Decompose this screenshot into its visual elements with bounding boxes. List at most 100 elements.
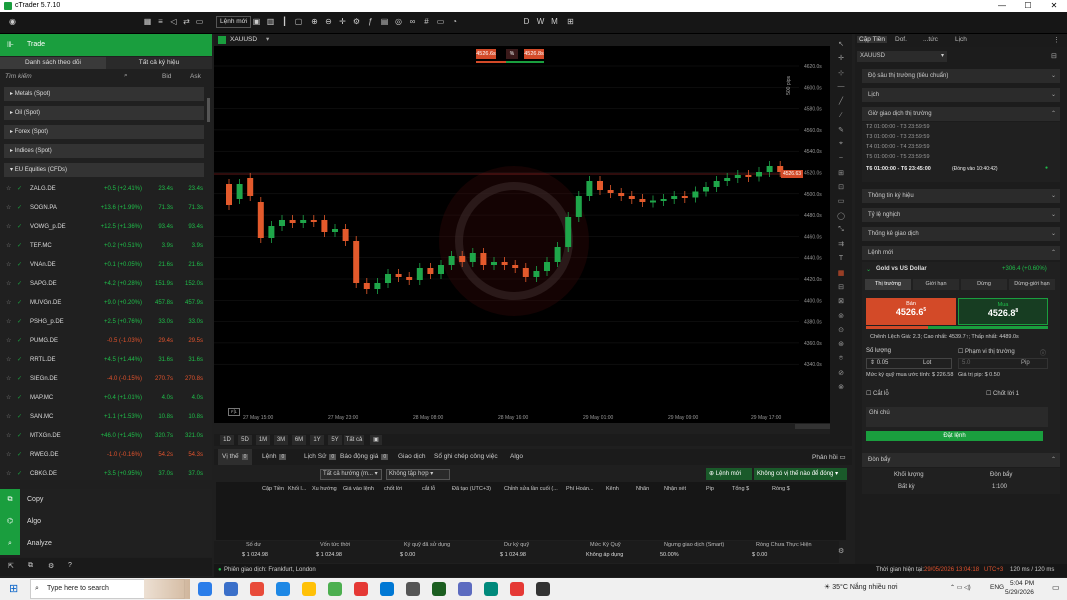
text-icon[interactable]: T — [836, 255, 846, 265]
timeframe-button[interactable]: 6M — [292, 435, 306, 445]
candle[interactable] — [427, 268, 434, 274]
close-all-button[interactable]: Không có vị thế nào để đóng ▾ — [754, 468, 847, 480]
zoom-icon[interactable] — [380, 582, 394, 596]
symbol-bid[interactable]: 3.9s — [145, 237, 173, 256]
weather[interactable]: ☀ 35°C Nắng nhiều nơi — [824, 583, 898, 591]
section-leverage[interactable]: Đòn bẩy ⌃ — [862, 453, 1060, 467]
lock-icon[interactable]: ⊛ — [836, 340, 846, 350]
market-range-field[interactable]: 5.0 Pip — [958, 358, 1048, 369]
star-icon[interactable]: ☆ — [6, 465, 11, 484]
symbol-row[interactable]: ☆ ✓ TEF.MC +0.2 (+0.51%) 3.9s 3.9s — [0, 237, 212, 256]
calendar-icon[interactable]: ▣ — [370, 435, 382, 445]
explorer-icon[interactable] — [302, 582, 316, 596]
symbol-bid[interactable]: 151.9s — [145, 275, 173, 294]
grid-icon[interactable]: # — [422, 17, 431, 26]
tab-all-symbols[interactable]: Tất cả ký hiệu — [106, 57, 212, 69]
grouping-filter[interactable]: Không tập hợp ▾ — [386, 469, 450, 480]
layout-switch-icon[interactable]: ▣ — [252, 17, 261, 26]
star-icon[interactable]: ☆ — [6, 370, 11, 389]
order-type-tab[interactable]: Dừng — [961, 279, 1007, 290]
column-header[interactable]: Giá vào lệnh — [343, 486, 374, 492]
buy-button[interactable]: Mua 4526.88 — [958, 298, 1048, 325]
star-icon[interactable]: ☆ — [6, 180, 11, 199]
crosshair-icon[interactable]: ✛ — [836, 54, 846, 64]
candle[interactable] — [406, 277, 413, 280]
symbol-row[interactable]: ☆ ✓ SOGN.PA +13.6 (+1.99%) 71.3s 71.3s — [0, 199, 212, 218]
section-trade-stats[interactable]: Thống kê giao dịch ⌄ — [862, 227, 1060, 241]
timeframe-button[interactable]: 1M — [256, 435, 270, 445]
language[interactable]: ENG — [990, 584, 1004, 591]
symbol-row[interactable]: ☆ ✓ MUVGn.DE +9.0 (+0.20%) 457.8s 457.9s — [0, 294, 212, 313]
symbol-bid[interactable]: 71.3s — [145, 199, 173, 218]
timeframe-button[interactable]: 1D — [220, 435, 234, 445]
search-icon[interactable]: ⌕ — [124, 72, 128, 80]
timeframe-button[interactable]: 3M — [274, 435, 288, 445]
nav-copy[interactable]: ⧉ Copy — [0, 489, 212, 511]
right-tab[interactable]: Dof. — [893, 36, 909, 43]
symbol-row[interactable]: ☆ ✓ ZALG.DE +0.5 (+2.41%) 23.4s 23.4s — [0, 180, 212, 199]
pointer-icon[interactable]: ↖ — [836, 40, 846, 50]
fib-icon[interactable]: ⤡ — [836, 226, 846, 236]
layout-icon[interactable]: ▦ — [143, 17, 152, 26]
symbol-ask[interactable]: 3.9s — [176, 237, 203, 256]
symbol-row[interactable]: ☆ ✓ RWEG.DE -1.0 (-0.16%) 54.2s 54.3s — [0, 446, 212, 465]
candle[interactable] — [618, 193, 625, 196]
ctrader-icon[interactable] — [432, 582, 446, 596]
symbol-ask[interactable]: 4.0s — [176, 389, 203, 408]
symbol-bid[interactable]: 320.7s — [145, 427, 173, 446]
symbol-row[interactable]: ☆ ✓ RRTL.DE +4.5 (+1.44%) 31.6s 31.6s — [0, 351, 212, 370]
windows-start-icon[interactable]: ⊞ — [9, 583, 21, 595]
column-header[interactable]: Kênh — [606, 486, 619, 492]
panel-menu-icon[interactable]: ⋮ — [1053, 36, 1060, 44]
candle[interactable] — [660, 199, 667, 201]
collapse-icon[interactable]: ▭ — [195, 17, 204, 26]
candle[interactable] — [469, 253, 476, 262]
category-forex[interactable]: ▸ Forex (Spot) — [4, 125, 204, 139]
new-order-toolbar-button[interactable]: Lệnh mới — [216, 16, 252, 28]
candle[interactable] — [681, 196, 688, 198]
box-icon[interactable]: ⊡ — [836, 183, 846, 193]
symbol-bid[interactable]: 31.6s — [145, 351, 173, 370]
chart-buy-box[interactable]: 4526.8s — [524, 49, 544, 59]
category-indices[interactable]: ▸ Indices (Spot) — [4, 144, 204, 158]
section-symbol-info[interactable]: Thông tin ký hiệu ⌄ — [862, 189, 1060, 203]
candle[interactable] — [724, 178, 731, 181]
star-icon[interactable]: ☆ — [6, 389, 11, 408]
candle-icon[interactable]: ┃ — [280, 17, 289, 26]
symbol-bid[interactable]: 54.2s — [145, 446, 173, 465]
column-header[interactable]: Khối l... — [288, 486, 306, 492]
bottom-tab[interactable]: Lịch Sử 0 — [300, 449, 340, 465]
tray-icons[interactable]: ⌃ ▭ ◁) — [950, 584, 971, 591]
star-icon[interactable]: ☆ — [6, 351, 11, 370]
candle[interactable] — [342, 229, 349, 241]
app-icon[interactable] — [406, 582, 420, 596]
section-trading-hours[interactable]: Giờ giao dịch thị trường ⌃ — [862, 107, 1060, 121]
chart-area[interactable]: 4620.0s 4600.0s 4580.0s 4560.0s 4540.0s 4520.… — [214, 46, 830, 423]
tab-watchlist[interactable]: Danh sách theo dõi — [0, 57, 106, 69]
candle[interactable] — [289, 220, 296, 223]
stop-loss-checkbox[interactable]: ☐ Cắt lỗ — [866, 390, 889, 397]
opera-icon[interactable] — [354, 582, 368, 596]
symbol-bid[interactable]: 21.6s — [145, 256, 173, 275]
order-type-tab[interactable]: Dừng-giới hạn — [1009, 279, 1055, 290]
settings-icon[interactable]: ⚙ — [352, 17, 361, 26]
symbol-ask[interactable]: 29.5s — [176, 332, 203, 351]
grid-icon[interactable]: ▦ — [836, 269, 846, 279]
candle[interactable] — [310, 220, 317, 222]
take-profit-checkbox[interactable]: ☐ Chốt lời 1 — [986, 390, 1019, 397]
timeframe-button[interactable]: 5Y — [328, 435, 342, 445]
chrome-icon[interactable] — [328, 582, 342, 596]
column-header[interactable]: Ròng $ — [772, 486, 790, 492]
user-icon[interactable]: ◉ — [8, 17, 17, 26]
chart-type-icon[interactable]: ▥ — [266, 17, 275, 26]
bottom-new-order-button[interactable]: ⊕ Lệnh mới — [706, 468, 752, 480]
template-icon[interactable]: ⊠ — [836, 297, 846, 307]
sound-icon[interactable]: ◁ — [169, 17, 178, 26]
symbol-select[interactable]: XAUUSD ▾ — [857, 51, 947, 62]
candle[interactable] — [734, 175, 741, 178]
copy-window-icon[interactable]: ⧉ — [28, 562, 33, 570]
nav-analyze[interactable]: ⌕ Analyze — [0, 533, 212, 555]
crosshair-icon[interactable]: ✛ — [338, 17, 347, 26]
candle[interactable] — [480, 253, 487, 265]
candle[interactable] — [321, 220, 328, 232]
